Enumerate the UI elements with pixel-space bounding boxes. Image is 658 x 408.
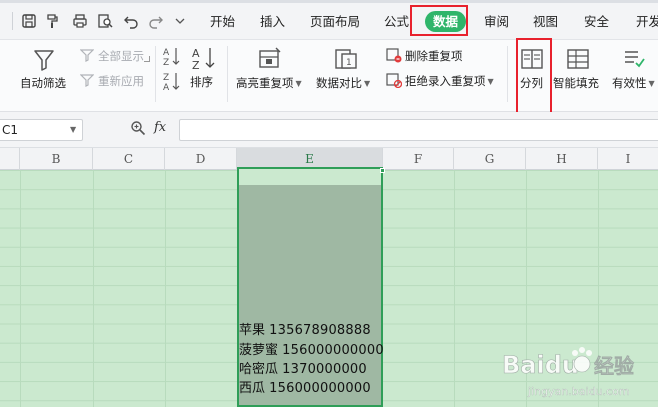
auto-filter-label: 自动筛选 (20, 76, 66, 90)
ribbon-separator (227, 46, 228, 102)
customize-dropdown-icon[interactable] (174, 15, 186, 27)
column-header-f[interactable]: F (383, 148, 454, 170)
redo-icon[interactable] (148, 13, 164, 29)
svg-text:A: A (163, 48, 170, 58)
reapply-icon (80, 73, 94, 87)
remove-duplicates-icon (386, 47, 402, 63)
data-compare-button[interactable]: 1 数据对比 ▼ (316, 45, 378, 95)
gridline (93, 170, 94, 407)
column-header-b[interactable]: B (20, 148, 93, 170)
format-painter-icon[interactable] (44, 13, 60, 29)
svg-text:Z: Z (163, 73, 169, 83)
validation-icon (622, 47, 646, 71)
title-strip (0, 0, 658, 3)
menu-review[interactable]: 审阅 (484, 13, 509, 31)
sort-icon: AZ (191, 46, 217, 70)
svg-text:A: A (163, 83, 170, 91)
highlight-duplicates-icon (258, 47, 282, 71)
filter-icon (32, 48, 56, 72)
smart-fill-button[interactable]: 智能填充 (553, 45, 605, 95)
validation-button[interactable]: 有效性 ▼ (610, 45, 658, 95)
cell-text-line: 哈密瓜 1370000000 (239, 362, 367, 377)
menu-view[interactable]: 视图 (533, 13, 558, 31)
watermark-brand: Baidu (502, 351, 579, 379)
print-icon[interactable] (72, 13, 88, 29)
reject-duplicates-button[interactable]: 拒绝录入重复项 ▼ (405, 74, 494, 89)
zoom-magnifier-icon[interactable] (130, 120, 146, 136)
group-launcher-icon[interactable] (144, 56, 150, 62)
svg-text:Z: Z (192, 59, 200, 70)
gridline (454, 170, 455, 407)
fill-handle[interactable] (380, 168, 385, 173)
gridline (20, 170, 21, 407)
auto-filter-button[interactable]: 自动筛选 (20, 45, 70, 95)
data-compare-icon: 1 (334, 47, 358, 71)
show-all-button[interactable]: 全部显示 (98, 49, 144, 63)
gridline (165, 170, 166, 407)
column-header-i[interactable]: I (598, 148, 658, 170)
fx-icon[interactable]: fx (154, 120, 166, 135)
watermark-sub-brand: 经验 (594, 354, 634, 378)
column-header-g[interactable]: G (454, 148, 526, 170)
svg-text:Z: Z (163, 58, 169, 66)
ribbon-separator (155, 46, 156, 102)
name-box-dropdown-icon[interactable]: ▼ (70, 120, 80, 140)
column-header-a[interactable] (0, 148, 20, 170)
column-header-h[interactable]: H (526, 148, 598, 170)
sort-descending-icon[interactable]: ZA (163, 71, 181, 91)
sort-label: 排序 (190, 75, 213, 89)
data-tab-highlight-box (410, 5, 468, 36)
print-preview-icon[interactable] (97, 13, 113, 29)
column-header-d[interactable]: D (165, 148, 237, 170)
split-columns-highlight-box (516, 38, 552, 114)
ribbon-separator (507, 46, 508, 102)
column-header-c[interactable]: C (93, 148, 165, 170)
reject-duplicates-icon (386, 72, 402, 88)
name-box[interactable]: C1 ▼ (0, 119, 83, 141)
menu-home[interactable]: 开始 (210, 13, 235, 31)
baidu-jingyan-watermark: Baidu 经验 jingyan.baidu.com (500, 343, 650, 405)
data-compare-label: 数据对比 ▼ (316, 76, 371, 90)
sort-ascending-icon[interactable]: AZ (163, 46, 181, 66)
menu-developer[interactable]: 开发 (636, 13, 658, 31)
save-icon[interactable] (21, 13, 37, 29)
active-cell[interactable] (239, 169, 381, 185)
quick-access-separator (12, 12, 13, 30)
name-box-value: C1 (2, 123, 19, 137)
show-all-icon (80, 48, 94, 62)
cell-text-line: 西瓜 156000000000 (239, 381, 371, 396)
highlight-duplicates-label: 高亮重复项 ▼ (236, 76, 302, 90)
svg-text:1: 1 (346, 58, 352, 68)
remove-duplicates-button[interactable]: 删除重复项 (405, 49, 463, 63)
cell-text-line: 菠萝蜜 156000000000 (239, 343, 384, 358)
watermark-url: jingyan.baidu.com (527, 385, 630, 398)
menu-formulas[interactable]: 公式 (384, 13, 409, 31)
highlight-duplicates-button[interactable]: 高亮重复项 ▼ (236, 45, 308, 95)
undo-icon[interactable] (123, 13, 139, 29)
smart-fill-icon (566, 47, 590, 71)
menu-page-layout[interactable]: 页面布局 (310, 13, 360, 31)
menu-bar: 开始 插入 页面布局 公式 数据 审阅 视图 安全 开发 (0, 0, 658, 40)
menu-insert[interactable]: 插入 (260, 13, 285, 31)
reapply-button[interactable]: 重新应用 (98, 74, 144, 88)
validation-label: 有效性 ▼ (612, 76, 655, 90)
cell-text-line: 苹果 135678908888 (239, 323, 371, 338)
smart-fill-label: 智能填充 (553, 76, 599, 90)
formula-input[interactable] (179, 119, 658, 141)
menu-security[interactable]: 安全 (584, 13, 609, 31)
sort-button[interactable]: AZ 排序 (189, 44, 219, 94)
